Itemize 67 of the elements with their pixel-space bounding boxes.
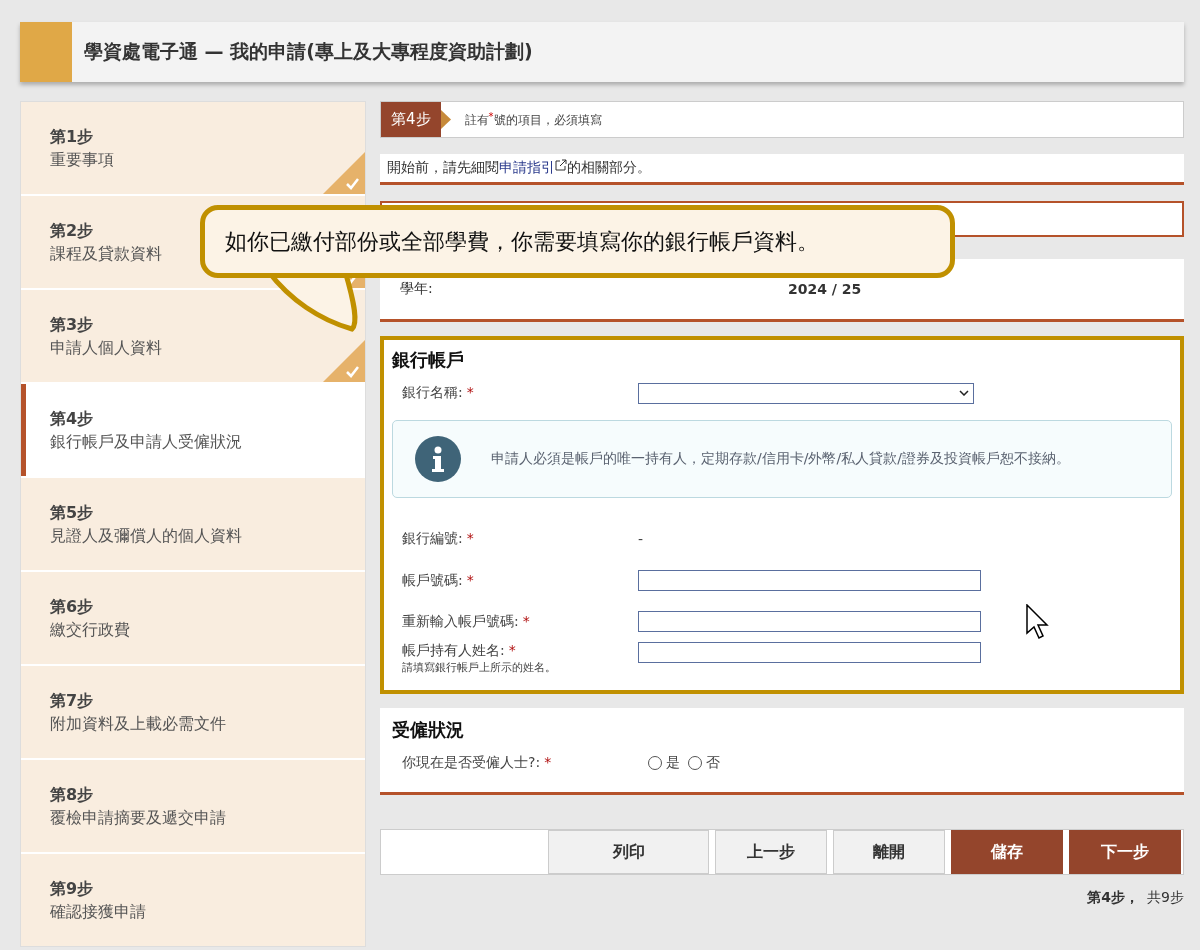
step-title: 繳交行政費 bbox=[50, 619, 130, 641]
total-steps: 共9步 bbox=[1147, 889, 1184, 907]
action-button[interactable]: 儲存 bbox=[951, 830, 1063, 874]
header-accent bbox=[20, 22, 72, 82]
step-number: 第1步 bbox=[50, 126, 94, 148]
field-label: 帳戶號碼: bbox=[402, 571, 463, 590]
field-label: 重新輸入帳戶號碼: bbox=[402, 612, 519, 631]
info-icon bbox=[415, 436, 461, 482]
mouse-cursor-icon bbox=[1026, 604, 1050, 640]
step-number: 第7步 bbox=[50, 690, 94, 712]
step-number: 第2步 bbox=[50, 220, 94, 242]
text-input[interactable] bbox=[638, 642, 981, 663]
required-asterisk: * bbox=[466, 530, 474, 548]
field-value: - bbox=[638, 531, 644, 547]
required-asterisk: * bbox=[544, 754, 552, 772]
current-step: 第4步， bbox=[1087, 889, 1140, 907]
step-badge: 第4步 bbox=[381, 102, 441, 137]
action-button[interactable]: 下一步 bbox=[1069, 830, 1181, 874]
step-item[interactable]: 第8步 覆檢申請摘要及遞交申請 bbox=[21, 760, 365, 852]
guide-link[interactable]: 申請指引 bbox=[499, 159, 567, 177]
field-label: 帳戶持有人姓名: bbox=[402, 642, 505, 660]
step-item[interactable]: 第7步 附加資料及上載必需文件 bbox=[21, 666, 365, 758]
section-heading: 銀行帳戶 bbox=[392, 348, 465, 372]
step-number: 第3步 bbox=[50, 314, 94, 336]
step-number: 第6步 bbox=[50, 596, 94, 618]
step-item[interactable]: 第3步 申請人個人資料 bbox=[21, 290, 365, 382]
step-title: 覆檢申請摘要及遞交申請 bbox=[50, 807, 226, 829]
required-asterisk: * bbox=[522, 612, 530, 631]
step-number: 第4步 bbox=[50, 408, 94, 430]
field-label: 銀行編號: bbox=[402, 530, 463, 548]
step-item[interactable]: 第5步 見證人及彌償人的個人資料 bbox=[21, 478, 365, 570]
step-number: 第5步 bbox=[50, 502, 94, 524]
field-hint: 請填寫銀行帳戶上所示的姓名。 bbox=[402, 660, 557, 675]
year-label: 學年: bbox=[400, 280, 434, 298]
step-title: 銀行帳戶及申請人受僱狀況 bbox=[50, 431, 242, 453]
text-input[interactable] bbox=[638, 611, 981, 632]
bank-select[interactable] bbox=[638, 382, 974, 404]
intro-text: 開始前，請先細閱申請指引 的相關部分。 bbox=[380, 154, 1184, 185]
page-title: 學資處電子通 — 我的申請(專上及大專程度資助計劃) bbox=[83, 39, 533, 64]
notice-text: 申請人必須是帳戶的唯一持有人，定期存款/信用卡/外幣/私人貸款/證券及投資帳戶恕不接納。 bbox=[491, 450, 1070, 468]
step-title: 確認接獲申請 bbox=[50, 901, 146, 923]
step-title: 重要事項 bbox=[50, 149, 114, 171]
step-title: 附加資料及上載必需文件 bbox=[50, 713, 226, 735]
step-number: 第9步 bbox=[50, 878, 94, 900]
external-link-icon bbox=[555, 159, 567, 171]
required-asterisk: * bbox=[466, 384, 474, 402]
step-item[interactable]: 第9步 確認接獲申請 bbox=[21, 854, 365, 946]
radio-label: 否 bbox=[706, 754, 720, 772]
step-item[interactable]: 第6步 繳交行政費 bbox=[21, 572, 365, 664]
required-asterisk: * bbox=[508, 642, 516, 660]
action-button[interactable]: 列印 bbox=[548, 830, 709, 874]
step-title: 見證人及彌償人的個人資料 bbox=[50, 525, 242, 547]
action-button[interactable]: 上一步 bbox=[715, 830, 827, 874]
step-item[interactable]: 第1步 重要事項 bbox=[21, 102, 365, 194]
step-title: 課程及貸款資料 bbox=[50, 243, 162, 265]
chevron-down-icon bbox=[959, 390, 969, 396]
required-asterisk: * bbox=[466, 571, 474, 590]
step-title: 申請人個人資料 bbox=[50, 337, 162, 359]
section-heading: 受僱狀況 bbox=[392, 718, 465, 742]
action-button[interactable]: 離開 bbox=[833, 830, 945, 874]
field-label: 銀行名稱: bbox=[402, 384, 463, 402]
radio-label: 是 bbox=[666, 754, 680, 772]
field-label: 你現在是否受僱人士?: bbox=[402, 754, 541, 772]
required-note: 註有$^{*}$號的項目，必須填寫 bbox=[464, 110, 602, 129]
step-number: 第8步 bbox=[50, 784, 94, 806]
year-value: 2024 / 25 bbox=[788, 281, 862, 297]
text-input[interactable] bbox=[638, 570, 981, 591]
